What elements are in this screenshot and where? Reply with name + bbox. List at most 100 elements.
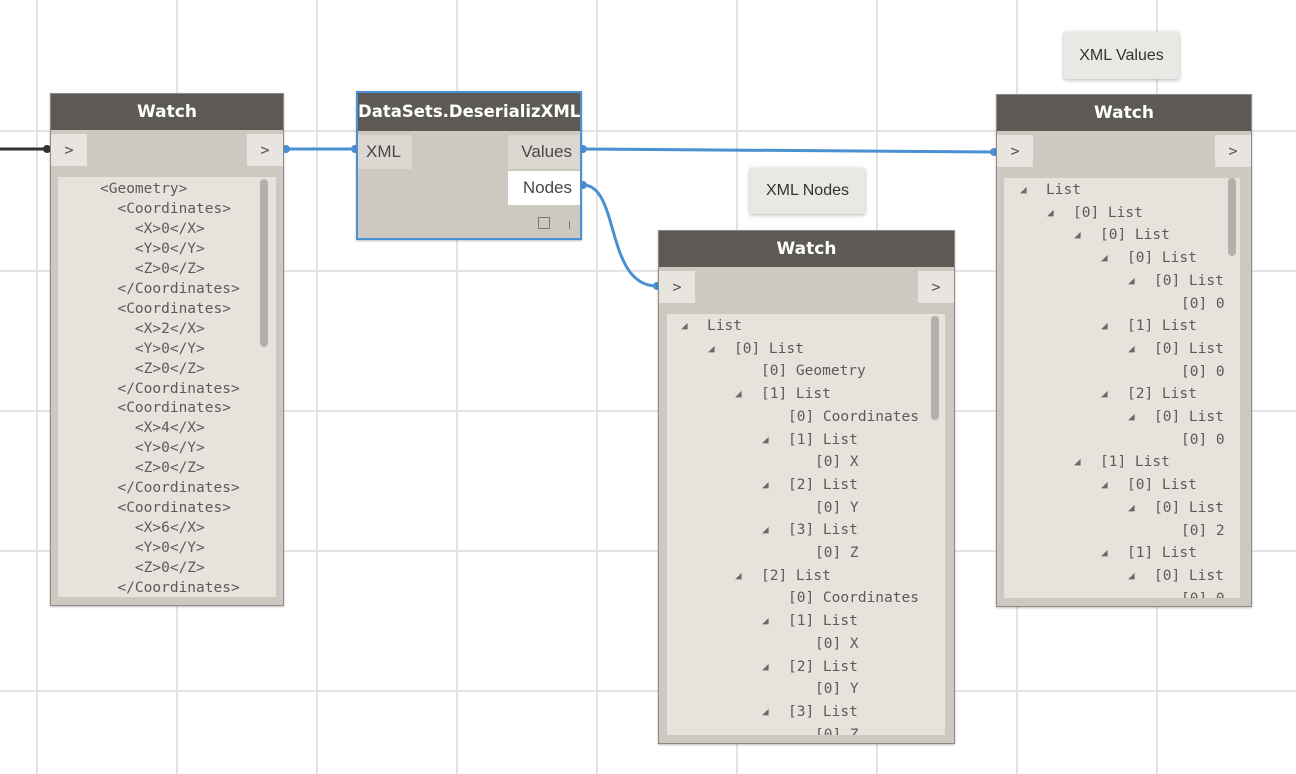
expand-toggle-icon[interactable]: ◢ <box>1128 569 1135 582</box>
input-port[interactable]: > <box>659 271 695 303</box>
lacing-indicator-icon <box>569 221 570 229</box>
expand-toggle-icon[interactable]: ◢ <box>762 523 769 536</box>
output-port[interactable]: > <box>918 271 954 303</box>
tree-item: [0] List <box>1154 340 1224 357</box>
tree-item: [0] X <box>815 454 859 471</box>
expand-toggle-icon[interactable]: ◢ <box>1074 228 1081 241</box>
tree-item: [1] List <box>761 386 831 403</box>
tree-item: [0] List <box>1154 499 1224 516</box>
tree-item: [2] List <box>788 658 858 675</box>
expand-toggle-icon[interactable]: ◢ <box>1101 478 1108 491</box>
expand-toggle-icon[interactable]: ◢ <box>762 660 769 673</box>
expand-toggle-icon[interactable]: ◢ <box>708 342 715 355</box>
tree-item: [2] List <box>788 476 858 493</box>
tree-item: [0] List <box>1154 567 1224 584</box>
watch-output-panel[interactable]: ◢ List ◢ [0] List [0] Geometry ◢ [1] List [0] C… <box>667 314 945 735</box>
nodes-output-port[interactable]: Nodes <box>508 171 580 205</box>
tree-item: [0] List <box>1154 409 1224 425</box>
watch-node-values[interactable]: Watch > > ◢ List ◢ [0] List ◢ [0] List ◢ [0] Li… <box>996 94 1252 607</box>
expand-toggle-icon[interactable]: ◢ <box>1101 387 1108 400</box>
tree-item: [2] List <box>761 567 831 584</box>
expand-toggle-icon[interactable]: ◢ <box>1128 501 1135 514</box>
watch-line: </Coordinates> <box>100 380 240 397</box>
node-title[interactable]: Watch <box>997 95 1251 131</box>
tree-item: [3] List <box>788 703 858 720</box>
tree-item: [0] Z <box>815 726 859 735</box>
port-row: > > <box>51 130 283 168</box>
tree-item: [0] List <box>1127 250 1197 267</box>
node-title[interactable]: DataSets.DeserializXML <box>358 93 580 131</box>
note-xml-values[interactable]: XML Values <box>1064 32 1179 79</box>
expand-toggle-icon[interactable]: ◢ <box>1101 546 1108 559</box>
watch-line: <X>0</X> <box>100 220 205 237</box>
expand-toggle-icon[interactable]: ◢ <box>681 319 688 332</box>
watch-line: </Coordinates> <box>100 280 240 297</box>
output-port[interactable]: > <box>1215 135 1251 167</box>
tree-item: [0] 0 <box>1181 589 1225 598</box>
tree-item: [0] X <box>815 635 859 652</box>
port-row: > > <box>659 267 954 305</box>
expand-toggle-icon[interactable]: ◢ <box>1128 274 1135 287</box>
input-port[interactable]: > <box>51 134 87 166</box>
tree-item: [0] List <box>1154 272 1224 289</box>
expand-toggle-icon[interactable]: ◢ <box>1101 319 1108 332</box>
tree-item: [0] 0 <box>1181 295 1225 312</box>
expand-toggle-icon[interactable]: ◢ <box>762 614 769 627</box>
watch-line: </Coordinates> <box>100 480 240 497</box>
watch-line: <Z>0</Z> <box>100 360 205 377</box>
watch-output-panel[interactable]: <Geometry> <Coordinates> <X>0</X> <Y>0</… <box>58 177 276 597</box>
watch-line: <Y>0</Y> <box>100 240 205 257</box>
node-title[interactable]: Watch <box>51 94 283 130</box>
watch-line: <Y>0</Y> <box>100 340 205 357</box>
expand-toggle-icon[interactable]: ◢ <box>735 569 742 582</box>
tree-item: [0] List <box>1127 477 1197 494</box>
lacing-checkbox-icon[interactable] <box>538 217 550 229</box>
expand-toggle-icon[interactable]: ◢ <box>1101 251 1108 264</box>
input-port[interactable]: > <box>997 135 1033 167</box>
tree-item: [3] List <box>788 522 858 539</box>
port-row: > > <box>997 131 1251 169</box>
tree-item: [0] List <box>734 340 804 357</box>
tree-item: [1] List <box>1127 318 1197 335</box>
expand-toggle-icon[interactable]: ◢ <box>735 387 742 400</box>
expand-toggle-icon[interactable]: ◢ <box>762 478 769 491</box>
expand-toggle-icon[interactable]: ◢ <box>1128 342 1135 355</box>
scrollbar[interactable] <box>931 316 939 420</box>
watch-line: <X>6</X> <box>100 520 205 537</box>
expand-toggle-icon[interactable]: ◢ <box>762 705 769 718</box>
scrollbar[interactable] <box>1228 178 1236 256</box>
watch-output-panel[interactable]: ◢ List ◢ [0] List ◢ [0] List ◢ [0] List ◢ [0] Lis… <box>1004 178 1240 598</box>
tree-item: [0] Coordinates <box>788 408 919 425</box>
watch-node-nodes[interactable]: Watch > > ◢ List ◢ [0] List [0] Geometry ◢ [1]… <box>658 230 955 744</box>
watch-line: <X>4</X> <box>100 420 205 437</box>
tree-item: [0] Z <box>815 545 859 561</box>
wire-nodes-to-watch <box>582 183 658 288</box>
tree-item: [0] 0 <box>1181 431 1225 448</box>
scrollbar[interactable] <box>260 179 268 347</box>
tree-item: [0] 0 <box>1181 363 1225 380</box>
tree-item: [0] 2 <box>1181 522 1225 539</box>
note-xml-nodes[interactable]: XML Nodes <box>750 168 865 214</box>
watch-line: <Coordinates> <box>100 500 231 517</box>
watch-line: <X>2</X> <box>100 320 205 337</box>
expand-toggle-icon[interactable]: ◢ <box>1020 183 1027 196</box>
values-output-port[interactable]: Values <box>508 135 580 169</box>
wire-values-to-watch <box>582 147 995 154</box>
expand-toggle-icon[interactable]: ◢ <box>1047 206 1054 219</box>
watch-line: <Coordinates> <box>100 200 231 217</box>
tree-item: [0] List <box>1100 227 1170 244</box>
watch-line: <Z>0</Z> <box>100 260 205 277</box>
tree-item: [1] List <box>788 613 858 630</box>
xml-input-port[interactable]: XML <box>358 135 412 169</box>
expand-toggle-icon[interactable]: ◢ <box>1128 410 1135 423</box>
watch-line: <Geometry> <box>100 181 188 197</box>
watch-line: <Z>0</Z> <box>100 460 205 477</box>
watch-node-left[interactable]: Watch > > <Geometry> <Coordinates> <X>0<… <box>50 93 284 606</box>
output-port[interactable]: > <box>247 134 283 166</box>
expand-toggle-icon[interactable]: ◢ <box>762 433 769 446</box>
expand-toggle-icon[interactable]: ◢ <box>1074 455 1081 468</box>
tree-item: [0] Y <box>815 499 859 516</box>
node-title[interactable]: Watch <box>659 231 954 267</box>
watch-line: <Z>0</Z> <box>100 560 205 577</box>
deserialize-xml-node[interactable]: DataSets.DeserializXML XML Values Nodes <box>356 91 582 240</box>
